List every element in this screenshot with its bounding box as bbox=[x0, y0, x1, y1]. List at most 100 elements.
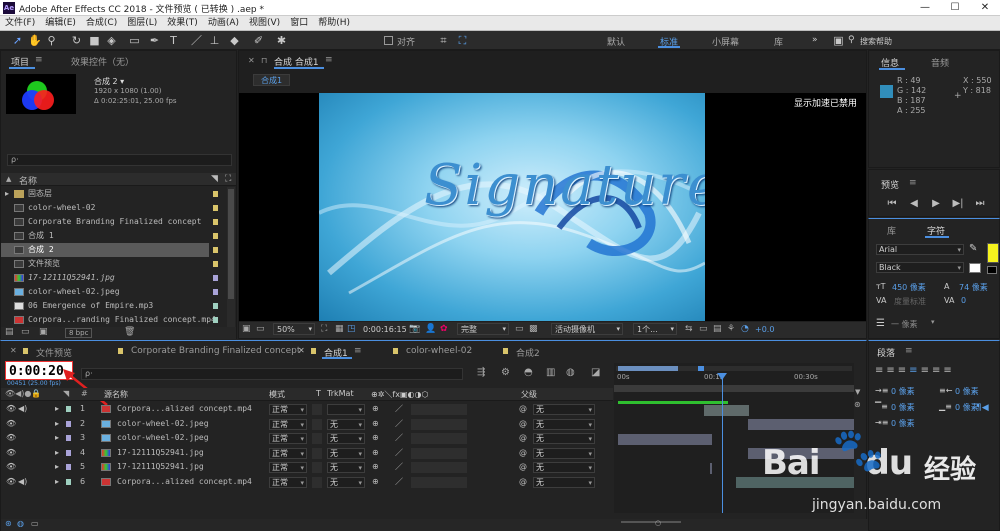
list-item[interactable]: color-wheel-02 bbox=[1, 201, 226, 215]
parent-select[interactable]: 无 bbox=[533, 447, 595, 459]
zoom-slider[interactable] bbox=[621, 521, 681, 523]
grid-icon[interactable]: ▦ bbox=[335, 324, 344, 334]
motion-blur-icon[interactable]: ◍ bbox=[566, 367, 575, 378]
layer-row[interactable]: 👁 ▸ 3 color-wheel-02.jpeg 正常 无 ⊕ ／ @ 无 bbox=[1, 431, 613, 445]
help-search[interactable]: 搜索帮助 ⚲ bbox=[848, 35, 998, 47]
preserve-transparency-checkbox[interactable] bbox=[312, 462, 322, 473]
eyedropper-icon[interactable]: ✎ bbox=[969, 243, 977, 254]
selection-tool-icon[interactable]: ➚ bbox=[11, 34, 24, 47]
timeline-tab-corporate[interactable]: Corporate Branding Finalized concept bbox=[131, 346, 300, 356]
parent-pickwhip-icon[interactable]: @ bbox=[519, 402, 527, 416]
blend-mode-select[interactable]: 正常 bbox=[269, 433, 307, 444]
list-item[interactable]: ▸ 固态层 bbox=[1, 187, 226, 201]
label-column-icon[interactable]: ◥ bbox=[63, 389, 69, 398]
fill-color-swatch[interactable] bbox=[987, 243, 999, 263]
visibility-eye-icon[interactable]: 👁 bbox=[6, 433, 16, 442]
column-t[interactable]: T bbox=[316, 389, 321, 398]
graph-editor-icon[interactable]: ◪ bbox=[591, 367, 600, 378]
parent-select[interactable]: 无 bbox=[533, 433, 595, 444]
stroke-width-value[interactable]: 一 像素 bbox=[891, 319, 918, 330]
align-center-icon[interactable]: ≡ bbox=[886, 365, 897, 376]
zoom-select[interactable]: 50% ▾ bbox=[273, 323, 315, 335]
layer-name[interactable]: 17-12111Q52941.jpg bbox=[117, 460, 204, 474]
indent-right-value[interactable]: 0 像素 bbox=[955, 386, 979, 397]
track-matte-select[interactable]: 无 bbox=[327, 447, 365, 459]
track-matte-select[interactable]: 无 bbox=[327, 433, 365, 444]
close-tab-icon[interactable]: ✕ bbox=[248, 56, 255, 65]
list-item[interactable]: 06 Emergence of Empire.mp3 bbox=[1, 299, 226, 313]
chevron-right-icon[interactable]: ▸ bbox=[55, 462, 59, 471]
list-item[interactable]: 17-12111Q52941.jpg bbox=[1, 271, 226, 285]
layer-row[interactable]: 👁◀) ▸ 6 Corpora...alized concept.mp4 正常 无 ⊕ ／ @ 无 bbox=[1, 475, 613, 489]
parent-select[interactable]: 无 bbox=[533, 462, 595, 473]
type-column-icon[interactable]: ⛶ bbox=[225, 174, 231, 184]
parent-pickwhip-icon[interactable]: @ bbox=[519, 446, 527, 460]
justify-last-right-icon[interactable]: ≡ bbox=[932, 365, 943, 376]
timeline-tab-file-preview[interactable]: 文件预览 bbox=[36, 346, 72, 359]
comp-mini-flowchart-icon[interactable]: ⇶ bbox=[477, 367, 485, 378]
interpret-footage-icon[interactable]: ▤ bbox=[5, 327, 14, 337]
parent-select[interactable]: 无 bbox=[533, 418, 595, 430]
label-column-icon[interactable]: ◥ bbox=[211, 174, 218, 184]
align-left-icon[interactable]: ≡ bbox=[875, 365, 886, 376]
column-parent[interactable]: 父级 bbox=[521, 389, 537, 400]
menu-layer[interactable]: 图层(L) bbox=[122, 16, 162, 30]
menu-animation[interactable]: 动画(A) bbox=[203, 16, 244, 30]
space-before-value[interactable]: 0 像素 bbox=[891, 402, 915, 413]
column-name[interactable]: 名称 bbox=[19, 174, 37, 187]
comp-button-icon[interactable]: ⊛ bbox=[854, 400, 861, 409]
region-of-interest-icon[interactable]: ▭ bbox=[515, 324, 524, 334]
new-folder-icon[interactable]: ▭ bbox=[21, 327, 30, 337]
brush-tool-icon[interactable]: ／ bbox=[190, 34, 203, 47]
workspace-library[interactable]: 库 bbox=[774, 35, 783, 48]
scrollbar-thumb[interactable] bbox=[228, 189, 234, 299]
rectangle-tool-icon[interactable]: ▭ bbox=[128, 34, 141, 47]
bit-depth-button[interactable]: 8 bpc bbox=[65, 328, 93, 338]
tab-audio[interactable]: 音频 bbox=[931, 56, 949, 69]
switch-cells[interactable] bbox=[411, 476, 467, 488]
menu-help[interactable]: 帮助(H) bbox=[313, 16, 355, 30]
switch-cells[interactable] bbox=[411, 447, 467, 459]
flowchart-icon[interactable]: ⚘ bbox=[727, 324, 735, 334]
fast-previews-icon[interactable]: ▭ bbox=[699, 324, 708, 334]
visibility-eye-icon[interactable]: 👁 bbox=[6, 404, 16, 413]
layer-search-input[interactable]: ρ· bbox=[81, 368, 463, 380]
chevron-down-icon[interactable]: ▾ bbox=[931, 318, 935, 326]
label-swatch[interactable] bbox=[66, 449, 71, 456]
workspace-default[interactable]: 默认 bbox=[607, 35, 625, 48]
layer-name[interactable]: Corpora...alized concept.mp4 bbox=[117, 402, 252, 416]
preserve-transparency-checkbox[interactable] bbox=[312, 404, 322, 415]
chevron-right-icon[interactable]: ▸ bbox=[5, 187, 9, 201]
zoom-slider-thumb-icon[interactable]: ○ bbox=[655, 519, 661, 527]
snapshot-icon[interactable]: 📷 bbox=[409, 324, 420, 334]
av-switches-icon[interactable]: 👁◀)●🔒 bbox=[5, 389, 41, 398]
always-preview-icon[interactable]: ▣ bbox=[242, 324, 251, 334]
font-size-value[interactable]: 450 像素 bbox=[892, 282, 926, 293]
close-tab-icon[interactable]: ✕ bbox=[10, 346, 17, 355]
text-direction-icon[interactable]: ¶◀ bbox=[976, 403, 989, 413]
zoom-tool-icon[interactable]: ⚲ bbox=[45, 34, 58, 47]
list-item[interactable]: color-wheel-02.jpeg bbox=[1, 285, 226, 299]
parent-pickwhip-icon[interactable]: @ bbox=[519, 431, 527, 445]
parent-select[interactable]: 无 bbox=[533, 404, 595, 415]
layer-row[interactable]: 👁 ▸ 4 17-12111Q52941.jpg 正常 无 ⊕ ／ @ 无 bbox=[1, 446, 613, 460]
track-matte-select[interactable]: 无 bbox=[327, 462, 365, 473]
tab-library[interactable]: 库 bbox=[887, 224, 896, 237]
shy-layers-icon[interactable]: ◓ bbox=[524, 367, 533, 378]
visibility-eye-icon[interactable]: 👁 bbox=[6, 419, 16, 428]
switch-cells[interactable] bbox=[411, 418, 467, 430]
label-swatch[interactable] bbox=[66, 435, 71, 441]
camera-select[interactable]: 活动摄像机 ▾ bbox=[551, 323, 623, 335]
list-item[interactable]: Corpora...randing Finalized concept.mp4 bbox=[1, 313, 226, 327]
visibility-eye-icon[interactable]: 👁 bbox=[6, 477, 16, 486]
label-swatch[interactable] bbox=[66, 478, 71, 485]
quality-switch-icon[interactable]: ／ bbox=[395, 417, 403, 431]
close-button[interactable]: ✕ bbox=[970, 0, 1000, 16]
in-out-toggle-icon[interactable]: ▭ bbox=[31, 519, 39, 528]
close-tab-icon[interactable]: ✕ bbox=[298, 346, 305, 355]
rotate-tool-icon[interactable]: ↻ bbox=[70, 34, 83, 47]
shy-switch-icon[interactable]: ⊕ bbox=[372, 431, 379, 445]
pan-behind-tool-icon[interactable]: ◈ bbox=[105, 34, 118, 47]
chevron-right-icon[interactable]: ▸ bbox=[55, 404, 59, 413]
preserve-transparency-checkbox[interactable] bbox=[312, 476, 322, 488]
